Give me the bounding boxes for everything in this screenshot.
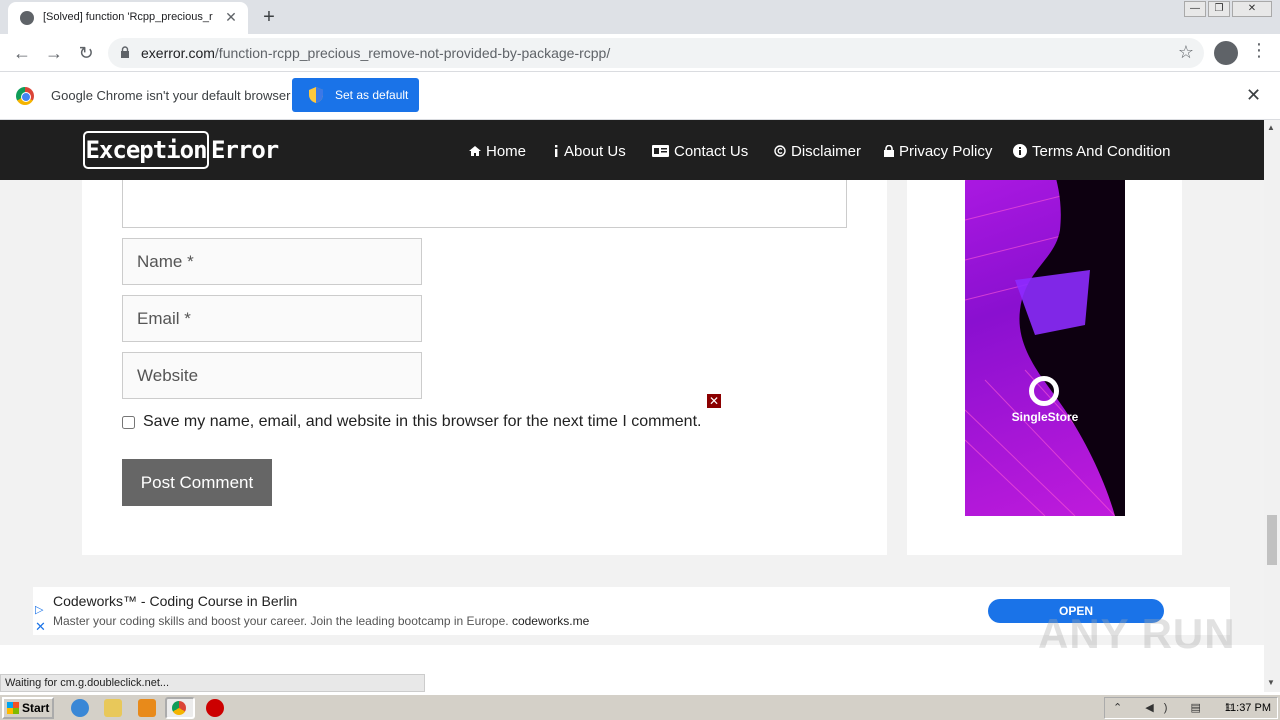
site-logo-text[interactable]: Error (211, 131, 279, 169)
home-icon (469, 146, 481, 156)
lock-icon (884, 145, 894, 157)
nav-privacy-policy-label: Privacy Policy (899, 142, 993, 160)
ad-choices-icon[interactable]: ▷ (35, 603, 43, 616)
tab-title: [Solved] function 'Rcpp_precious_re (43, 11, 213, 23)
site-logo-boxed[interactable]: Exception (83, 131, 209, 169)
sidebar: SingleStore (907, 120, 1182, 555)
copyright-icon (774, 145, 786, 157)
browser-toolbar: ← → ↻ exerror.com/function-rcpp_precious… (0, 34, 1280, 72)
shield-icon (309, 87, 323, 103)
taskbar-clock[interactable]: 11:37 PM (1225, 702, 1271, 714)
opera-icon[interactable] (206, 699, 224, 717)
set-as-default-button[interactable]: Set as default (292, 78, 419, 112)
url-text: exerror.com/function-rcpp_precious_remov… (141, 45, 610, 61)
comment-form-card: Name * Email * Website ✕ Save my name, e… (82, 120, 887, 555)
back-button[interactable]: ← (9, 40, 35, 66)
chrome-icon (172, 701, 186, 715)
nav-privacy-policy[interactable]: Privacy Policy (884, 141, 992, 161)
bookmark-star-icon[interactable]: ☆ (1178, 42, 1194, 63)
internet-explorer-icon[interactable] (71, 699, 89, 717)
page-scrollbar[interactable]: ▲ ▼ (1264, 120, 1280, 692)
site-header: Exception Error Home About Us Contact Us… (0, 120, 1264, 180)
start-label: Start (22, 701, 50, 715)
url-path: /function-rcpp_precious_remove-not-provi… (214, 45, 611, 61)
save-info-label: Save my name, email, and website in this… (143, 413, 702, 430)
scroll-up-icon[interactable]: ▲ (1267, 123, 1275, 132)
nav-disclaimer-label: Disclaimer (791, 142, 862, 160)
default-browser-infobar: Google Chrome isn't your default browser… (0, 72, 1280, 120)
folder-icon[interactable] (104, 699, 122, 717)
nav-terms-label: Terms And Condition (1032, 142, 1171, 160)
media-player-icon[interactable] (138, 699, 156, 717)
nav-about-us-label: About Us (564, 142, 626, 160)
name-field[interactable]: Name * (122, 238, 422, 285)
set-as-default-label: Set as default (335, 88, 409, 102)
globe-icon (20, 11, 34, 25)
browser-menu-icon[interactable]: ⋮ (1250, 40, 1268, 61)
chrome-logo-icon (16, 87, 34, 105)
minimize-button[interactable]: — (1184, 1, 1206, 17)
email-field[interactable]: Email * (122, 295, 422, 342)
profile-avatar-icon[interactable] (1214, 41, 1238, 65)
ad-description-text: Master your coding skills and boost your… (53, 614, 509, 628)
reload-button[interactable]: ↻ (73, 40, 99, 66)
tab-close-icon[interactable]: ✕ (223, 9, 239, 25)
anyrun-watermark: ANY RUN (1038, 610, 1236, 657)
ad-domain: codeworks.me (511, 614, 590, 628)
system-tray: ⌃ ◀) ▤ ⚐ 11:37 PM (1104, 697, 1278, 719)
website-field[interactable]: Website (122, 352, 422, 399)
save-info-checkbox[interactable] (122, 415, 135, 429)
ad-description: Master your coding skills and boost your… (53, 614, 589, 628)
nav-contact-us[interactable]: Contact Us (652, 141, 748, 161)
page-viewport: Name * Email * Website ✕ Save my name, e… (0, 120, 1264, 692)
infobar-message: Google Chrome isn't your default browser (51, 88, 291, 103)
infobar-close-icon[interactable]: ✕ (1246, 85, 1261, 106)
address-bar[interactable]: exerror.com/function-rcpp_precious_remov… (108, 38, 1204, 68)
nav-terms[interactable]: Terms And Condition (1013, 141, 1170, 161)
chrome-taskbar-button[interactable] (165, 697, 195, 719)
status-bar: Waiting for cm.g.doubleclick.net... (0, 674, 425, 692)
tab-strip: [Solved] function 'Rcpp_precious_re ✕ + … (0, 0, 1280, 34)
browser-tab[interactable]: [Solved] function 'Rcpp_precious_re ✕ (8, 2, 248, 34)
close-window-button[interactable]: ✕ (1232, 1, 1272, 17)
nav-home[interactable]: Home (469, 141, 526, 161)
lock-icon (121, 46, 129, 58)
start-button[interactable]: Start (2, 697, 54, 719)
ad-brand-name: SingleStore (1011, 410, 1079, 424)
ad-headline[interactable]: Codeworks™ - Coding Course in Berlin (53, 593, 297, 609)
nav-contact-us-label: Contact Us (674, 142, 749, 160)
ad-close-icon[interactable]: ✕ (707, 394, 721, 408)
windows-taskbar: Start ⌃ ◀) ▤ ⚐ 11:37 PM (0, 694, 1280, 720)
scroll-down-icon[interactable]: ▼ (1267, 678, 1275, 687)
contact-card-icon (652, 145, 669, 157)
singlestore-logo-icon (1029, 376, 1059, 406)
forward-button[interactable]: → (41, 40, 67, 66)
url-domain: exerror.com (141, 45, 215, 61)
windows-flag-icon (7, 702, 19, 714)
scrollbar-thumb[interactable] (1267, 515, 1277, 565)
info-circle-icon (1013, 144, 1027, 158)
new-tab-button[interactable]: + (258, 6, 280, 28)
save-info-row: Save my name, email, and website in this… (122, 413, 701, 431)
restore-button[interactable]: ❐ (1208, 1, 1230, 17)
nav-disclaimer[interactable]: Disclaimer (774, 141, 861, 161)
nav-home-label: Home (486, 142, 527, 160)
info-icon (555, 145, 558, 157)
post-comment-button[interactable]: Post Comment (122, 459, 272, 506)
ad-dismiss-icon[interactable]: ✕ (35, 619, 46, 635)
nav-about-us[interactable]: About Us (553, 141, 626, 161)
